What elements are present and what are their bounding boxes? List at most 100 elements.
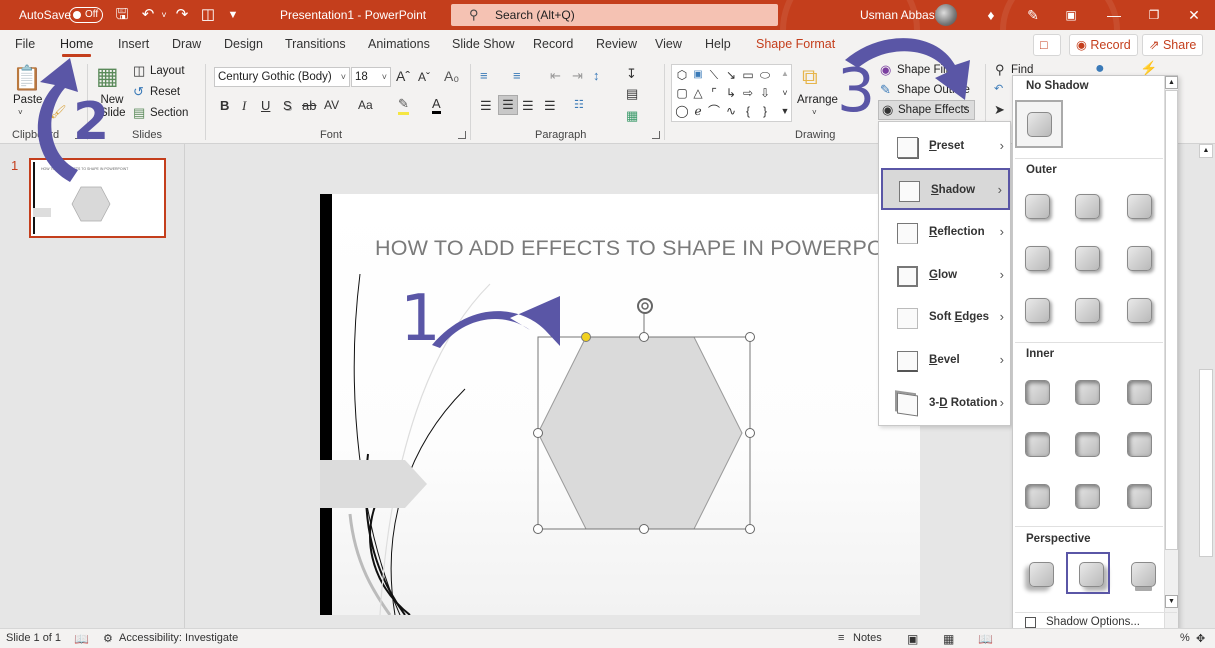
shadow-option-inner[interactable] — [1025, 380, 1050, 405]
left-brace-shape-icon[interactable]: { — [741, 104, 755, 118]
menu-item-bevel[interactable]: Bevel › — [881, 340, 1010, 382]
font-launcher-icon[interactable] — [458, 131, 466, 139]
smartart-icon[interactable]: ▦ — [626, 108, 638, 124]
arrange-dropdown-icon[interactable]: ˅ — [812, 108, 817, 117]
paragraph-launcher-icon[interactable] — [652, 131, 660, 139]
tab-design[interactable]: Design — [224, 37, 263, 51]
right-arrow-shape-icon[interactable]: ⇨ — [741, 86, 755, 100]
line-shape-icon[interactable]: ⟍ — [707, 68, 721, 82]
select-icon[interactable]: ➤ — [994, 102, 1005, 118]
layout-button[interactable]: Layout — [150, 65, 185, 77]
columns-icon[interactable]: ☷ — [574, 98, 584, 111]
align-center-icon[interactable]: ☰ — [498, 95, 518, 115]
arrow-line-shape-icon[interactable]: ↘ — [724, 68, 738, 82]
shadow-option-outer[interactable] — [1127, 298, 1152, 323]
shape-fill-button[interactable]: Shape Fill — [897, 64, 948, 76]
avatar[interactable] — [935, 4, 957, 26]
tab-draw[interactable]: Draw — [172, 37, 201, 51]
scroll-down-icon[interactable]: ▼ — [1165, 595, 1178, 608]
spelling-icon[interactable]: 📖 — [74, 632, 89, 646]
find-icon[interactable]: ⚲ — [995, 62, 1005, 78]
text-direction-icon[interactable]: ↧ — [626, 66, 637, 82]
new-slide-icon[interactable]: ▦ — [96, 62, 119, 91]
shadow-options-button[interactable]: Shadow Options... — [1046, 616, 1140, 628]
share-button[interactable]: ⇗ Share — [1142, 34, 1204, 56]
restore-icon[interactable]: ❐ — [1143, 5, 1165, 25]
accessibility-icon[interactable]: ⚙ — [103, 632, 113, 645]
shadow-option-inner[interactable] — [1075, 484, 1100, 509]
paste-icon[interactable]: 📋 — [12, 64, 42, 93]
shapes-gallery[interactable]: ⬡ ▣ ⟍ ↘ ▭ ⬭ ▢ △ ⌜ ↳ ⇨ ⇩ ◯ ℯ ⌒ ∿ { } ▲ ˅ … — [671, 64, 792, 122]
customize-icon[interactable]: ▼ — [224, 6, 242, 24]
tab-shape-format[interactable]: Shape Format — [756, 37, 835, 51]
shadow-option-outer[interactable] — [1025, 298, 1050, 323]
connector-shape-icon[interactable]: ⌜ — [707, 86, 721, 100]
record-button[interactable]: ◉ Record — [1069, 34, 1138, 56]
character-spacing-button[interactable]: AV — [324, 98, 339, 112]
reading-view-icon[interactable]: 📖 — [978, 632, 993, 646]
increase-indent-icon[interactable]: ⇥ — [572, 68, 583, 84]
replace-icon[interactable]: ↶ — [994, 82, 1003, 95]
shadow-option-perspective[interactable] — [1029, 562, 1054, 587]
shadow-option-inner[interactable] — [1025, 484, 1050, 509]
tab-view[interactable]: View — [655, 37, 682, 51]
undo-dropdown-icon[interactable]: ˅ — [155, 6, 173, 24]
vertical-scrollbar[interactable]: ⌃ ▲ — [1197, 143, 1215, 628]
change-case-button[interactable]: Aa — [358, 98, 373, 112]
close-icon[interactable]: ✕ — [1183, 5, 1205, 25]
textbox-shape-icon[interactable]: ▣ — [691, 68, 705, 82]
bold-button[interactable]: B — [220, 98, 229, 113]
line-spacing-icon[interactable]: ↕ — [593, 68, 600, 83]
gallery-up-icon[interactable]: ▲ — [778, 67, 792, 81]
highlight-color-icon[interactable]: ✎ — [398, 96, 409, 115]
gallery-more-icon[interactable]: ▼ — [778, 104, 792, 118]
tab-home[interactable]: Home — [60, 37, 93, 57]
tab-review[interactable]: Review — [596, 37, 637, 51]
notes-icon[interactable]: ≡ — [838, 632, 844, 644]
format-painter-icon[interactable]: 🖌 — [50, 104, 67, 120]
shape-effects-button[interactable]: ◉ Shape Effects ˅ — [878, 100, 975, 120]
underline-button[interactable]: U — [261, 98, 270, 113]
align-left-icon[interactable]: ☰ — [480, 98, 492, 114]
shadow-option-outer[interactable] — [1127, 246, 1152, 271]
redo-icon[interactable]: ↷ — [173, 6, 191, 24]
shape-outline-button[interactable]: Shape Outline — [897, 84, 970, 96]
shadow-options-checkbox-icon[interactable] — [1025, 617, 1036, 628]
slide-canvas[interactable]: HOW TO ADD EFFECTS TO SHAPE IN POWERPOIN… — [320, 194, 920, 615]
shadow-option-inner[interactable] — [1075, 432, 1100, 457]
italic-button[interactable]: I — [242, 98, 246, 114]
shadow-option-inner[interactable] — [1127, 432, 1152, 457]
shadow-option-outer[interactable] — [1127, 194, 1152, 219]
font-family-select[interactable]: Century Gothic (Body) ˅ — [214, 67, 350, 87]
shadow-option-inner[interactable] — [1075, 380, 1100, 405]
shadow-option-inner[interactable] — [1025, 432, 1050, 457]
oval-shape-icon[interactable]: ⬭ — [758, 68, 772, 82]
font-color-icon[interactable]: A — [432, 96, 441, 114]
font-size-select[interactable]: 18 ˅ — [351, 67, 391, 87]
clear-formatting-icon[interactable]: A₀ — [444, 68, 459, 84]
strikethrough-button[interactable]: ab — [302, 98, 316, 113]
freeform-shape-icon[interactable]: ◯ — [675, 104, 689, 118]
paste-dropdown-icon[interactable]: ˅ — [18, 108, 23, 117]
shadow-option-outer[interactable] — [1025, 246, 1050, 271]
shadow-option-outer[interactable] — [1075, 298, 1100, 323]
autosave-toggle[interactable]: Off — [69, 7, 103, 23]
menu-item-glow[interactable]: Glow › — [881, 255, 1010, 297]
scroll-up-icon[interactable]: ▲ — [1165, 76, 1178, 89]
menu-item-reflection[interactable]: Reflection › — [881, 212, 1010, 254]
gallery-scrollbar[interactable]: ▲ ▼ — [1164, 76, 1178, 642]
shadow-option-perspective[interactable] — [1131, 562, 1156, 587]
slide-thumbnail[interactable]: HOW TO ADD EFFECTS TO SHAPE IN POWERPOIN… — [29, 158, 166, 238]
shadow-option-outer[interactable] — [1075, 246, 1100, 271]
grow-font-icon[interactable]: Aˆ — [396, 68, 410, 84]
search-box[interactable]: ⚲ Search (Alt+Q) — [451, 4, 778, 26]
text-shadow-button[interactable]: S — [283, 98, 292, 113]
slide-title[interactable]: HOW TO ADD EFFECTS TO SHAPE IN POWERPOIN… — [375, 236, 919, 261]
comments-button[interactable]: □ — [1033, 34, 1061, 56]
normal-view-icon[interactable]: ▣ — [907, 632, 918, 646]
menu-item-preset[interactable]: Preset › — [881, 126, 1010, 168]
scribble-shape-icon[interactable]: ℯ — [691, 104, 705, 118]
tab-record[interactable]: Record — [533, 37, 573, 51]
align-text-icon[interactable]: ▤ — [626, 86, 638, 102]
justify-icon[interactable]: ☰ — [544, 98, 556, 114]
